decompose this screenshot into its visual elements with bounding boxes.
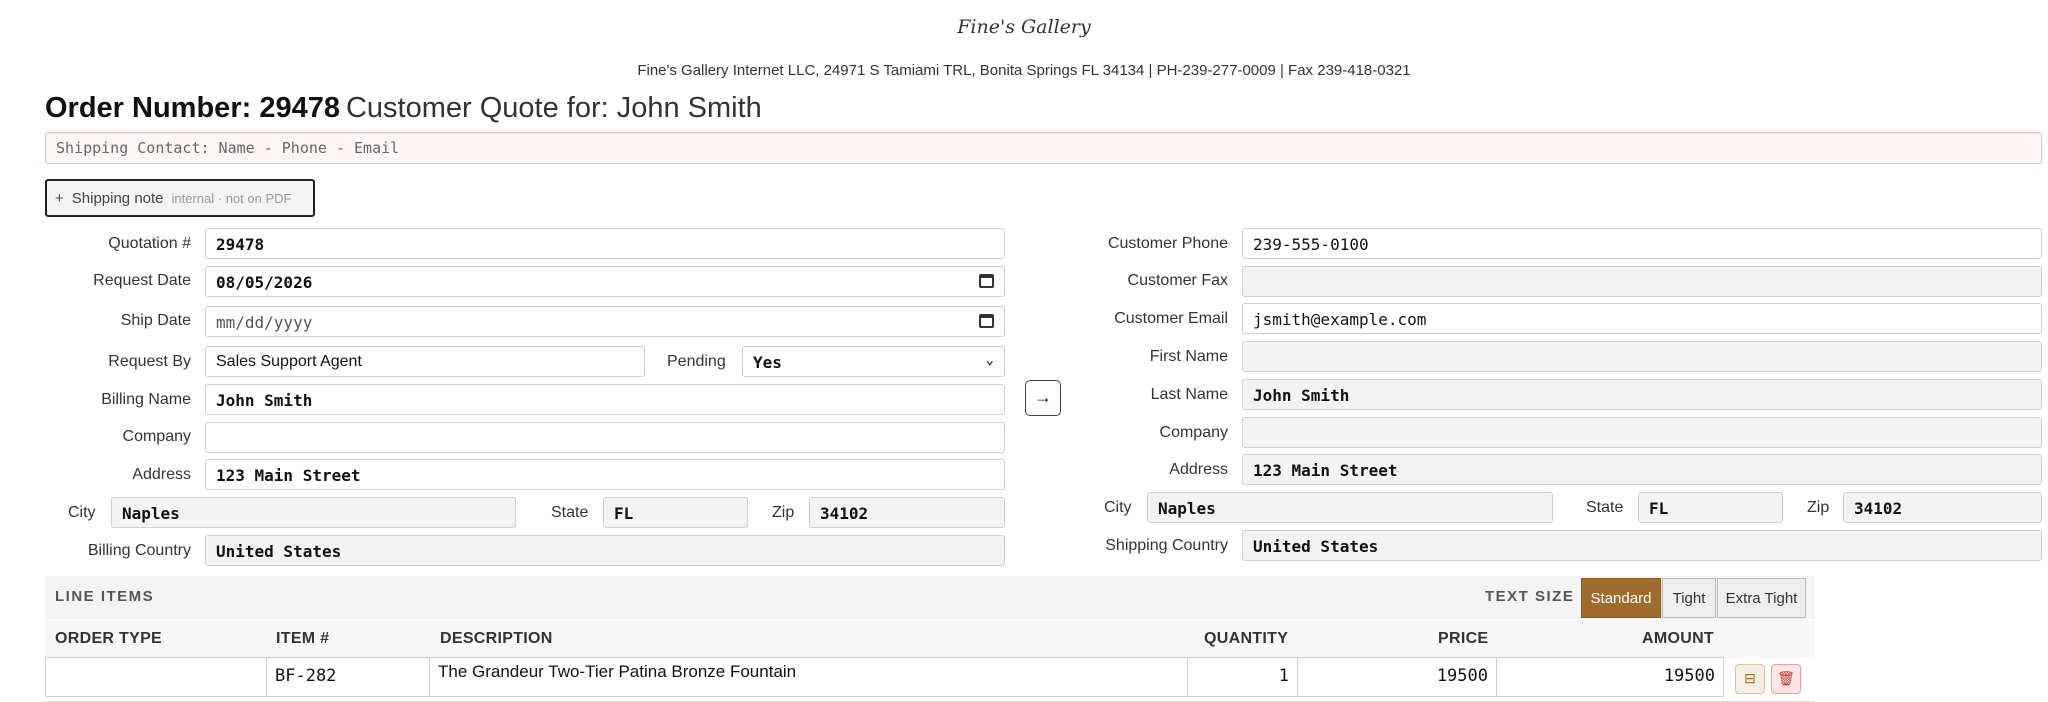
- billing-name-label: Billing Name: [101, 391, 191, 408]
- page-title: Order Number: 29478 Customer Quote for: J…: [45, 92, 762, 125]
- quotation-field[interactable]: 29478: [205, 228, 1005, 259]
- billing-city-field[interactable]: Naples: [111, 497, 516, 528]
- column-item-number: ITEM #: [276, 630, 330, 647]
- billing-state-field[interactable]: FL: [603, 497, 748, 528]
- arrow-right-icon: →: [1034, 387, 1052, 407]
- description-cell[interactable]: The Grandeur Two-Tier Patina Bronze Foun…: [429, 657, 1188, 697]
- shipping-state-label: State: [1586, 499, 1624, 516]
- calendar-icon[interactable]: [979, 314, 994, 328]
- customer-email-field[interactable]: jsmith@example.com: [1242, 303, 2042, 334]
- request-by-label: Request By: [108, 353, 191, 370]
- billing-name-field[interactable]: John Smith: [205, 384, 1005, 415]
- column-amount: AMOUNT: [1642, 630, 1715, 647]
- company-logo: Fine's Gallery: [957, 16, 1091, 38]
- collapse-row-button[interactable]: ⊟: [1735, 664, 1765, 694]
- shipping-address-field[interactable]: 123 Main Street: [1242, 454, 2042, 485]
- quotation-label: Quotation #: [108, 235, 191, 252]
- ship-date-value: mm/dd/yyyy: [216, 313, 313, 332]
- billing-country-field[interactable]: United States: [205, 535, 1005, 566]
- quantity-cell[interactable]: 1: [1187, 657, 1298, 697]
- billing-city-label: City: [68, 504, 96, 521]
- order-type-cell[interactable]: [45, 657, 267, 697]
- shipping-city-field[interactable]: Naples: [1147, 492, 1553, 523]
- customer-email-label: Customer Email: [1114, 310, 1228, 327]
- text-size-tight-button[interactable]: Tight: [1662, 578, 1716, 618]
- billing-state-label: State: [551, 504, 589, 521]
- chevron-down-icon: ⌄: [985, 352, 994, 368]
- customer-quote-title: Customer Quote for: John Smith: [345, 92, 762, 124]
- request-date-field[interactable]: 08/05/2026: [205, 266, 1005, 297]
- first-name-label: First Name: [1149, 348, 1228, 365]
- pending-label: Pending: [667, 353, 726, 370]
- shipping-zip-field[interactable]: 34102: [1843, 492, 2042, 523]
- price-cell[interactable]: 19500: [1297, 657, 1497, 697]
- pending-select[interactable]: Yes ⌄: [742, 346, 1005, 377]
- column-description: DESCRIPTION: [440, 630, 553, 647]
- add-shipping-note-button[interactable]: + Shipping note internal · not on PDF: [45, 179, 315, 217]
- text-size-extra-tight-button[interactable]: Extra Tight: [1717, 578, 1806, 618]
- column-quantity: QUANTITY: [1204, 630, 1289, 647]
- shipping-city-label: City: [1104, 499, 1132, 516]
- last-name-field[interactable]: John Smith: [1242, 379, 2042, 410]
- delete-row-button[interactable]: 🗑: [1771, 664, 1801, 694]
- column-price: PRICE: [1438, 630, 1489, 647]
- order-number: Order Number: 29478: [45, 92, 340, 124]
- shipping-address-label: Address: [1169, 461, 1228, 478]
- last-name-label: Last Name: [1150, 386, 1228, 403]
- ship-date-label: Ship Date: [120, 312, 191, 329]
- request-date-label: Request Date: [93, 272, 191, 289]
- request-by-field[interactable]: Sales Support Agent: [205, 346, 645, 377]
- trash-icon: 🗑: [1777, 670, 1795, 686]
- billing-zip-label: Zip: [772, 504, 795, 521]
- shipping-country-field[interactable]: United States: [1242, 530, 2042, 561]
- billing-address-field[interactable]: 123 Main Street: [205, 459, 1005, 490]
- shipping-contact-input[interactable]: Shipping Contact: Name - Phone - Email: [45, 132, 2042, 164]
- customer-fax-field[interactable]: [1242, 266, 2042, 297]
- column-order-type: ORDER TYPE: [55, 630, 163, 647]
- text-size-label: TEXT SIZE: [1485, 588, 1575, 605]
- plus-icon: +: [55, 189, 64, 207]
- item-number-cell[interactable]: BF-282: [266, 657, 430, 697]
- shipping-zip-label: Zip: [1807, 499, 1830, 516]
- shipping-state-field[interactable]: FL: [1638, 492, 1783, 523]
- company-address-line: Fine's Gallery Internet LLC, 24971 S Tam…: [637, 62, 1411, 79]
- customer-phone-label: Customer Phone: [1107, 235, 1228, 252]
- billing-country-label: Billing Country: [87, 542, 191, 559]
- copy-billing-to-shipping-button[interactable]: →: [1025, 380, 1061, 416]
- shipping-note-hint: internal · not on PDF: [171, 190, 292, 206]
- pending-value: Yes: [753, 353, 782, 372]
- billing-company-label: Company: [122, 428, 191, 445]
- shipping-country-label: Shipping Country: [1105, 537, 1228, 554]
- customer-fax-label: Customer Fax: [1127, 272, 1228, 289]
- shipping-company-label: Company: [1159, 424, 1228, 441]
- customer-phone-field[interactable]: 239-555-0100: [1242, 228, 2042, 259]
- billing-zip-field[interactable]: 34102: [809, 497, 1005, 528]
- shipping-company-field[interactable]: [1242, 417, 2042, 448]
- shipping-note-label: Shipping note: [71, 189, 164, 207]
- collapse-icon: ⊟: [1744, 670, 1756, 686]
- first-name-field[interactable]: [1242, 341, 2042, 372]
- billing-address-label: Address: [132, 466, 191, 483]
- line-items-title: LINE ITEMS: [55, 588, 155, 605]
- text-size-standard-button[interactable]: Standard: [1581, 578, 1661, 618]
- calendar-icon[interactable]: [979, 274, 994, 288]
- amount-cell[interactable]: 19500: [1496, 657, 1724, 697]
- billing-company-field[interactable]: [205, 422, 1005, 453]
- request-date-value: 08/05/2026: [216, 273, 313, 292]
- ship-date-field[interactable]: mm/dd/yyyy: [205, 306, 1005, 337]
